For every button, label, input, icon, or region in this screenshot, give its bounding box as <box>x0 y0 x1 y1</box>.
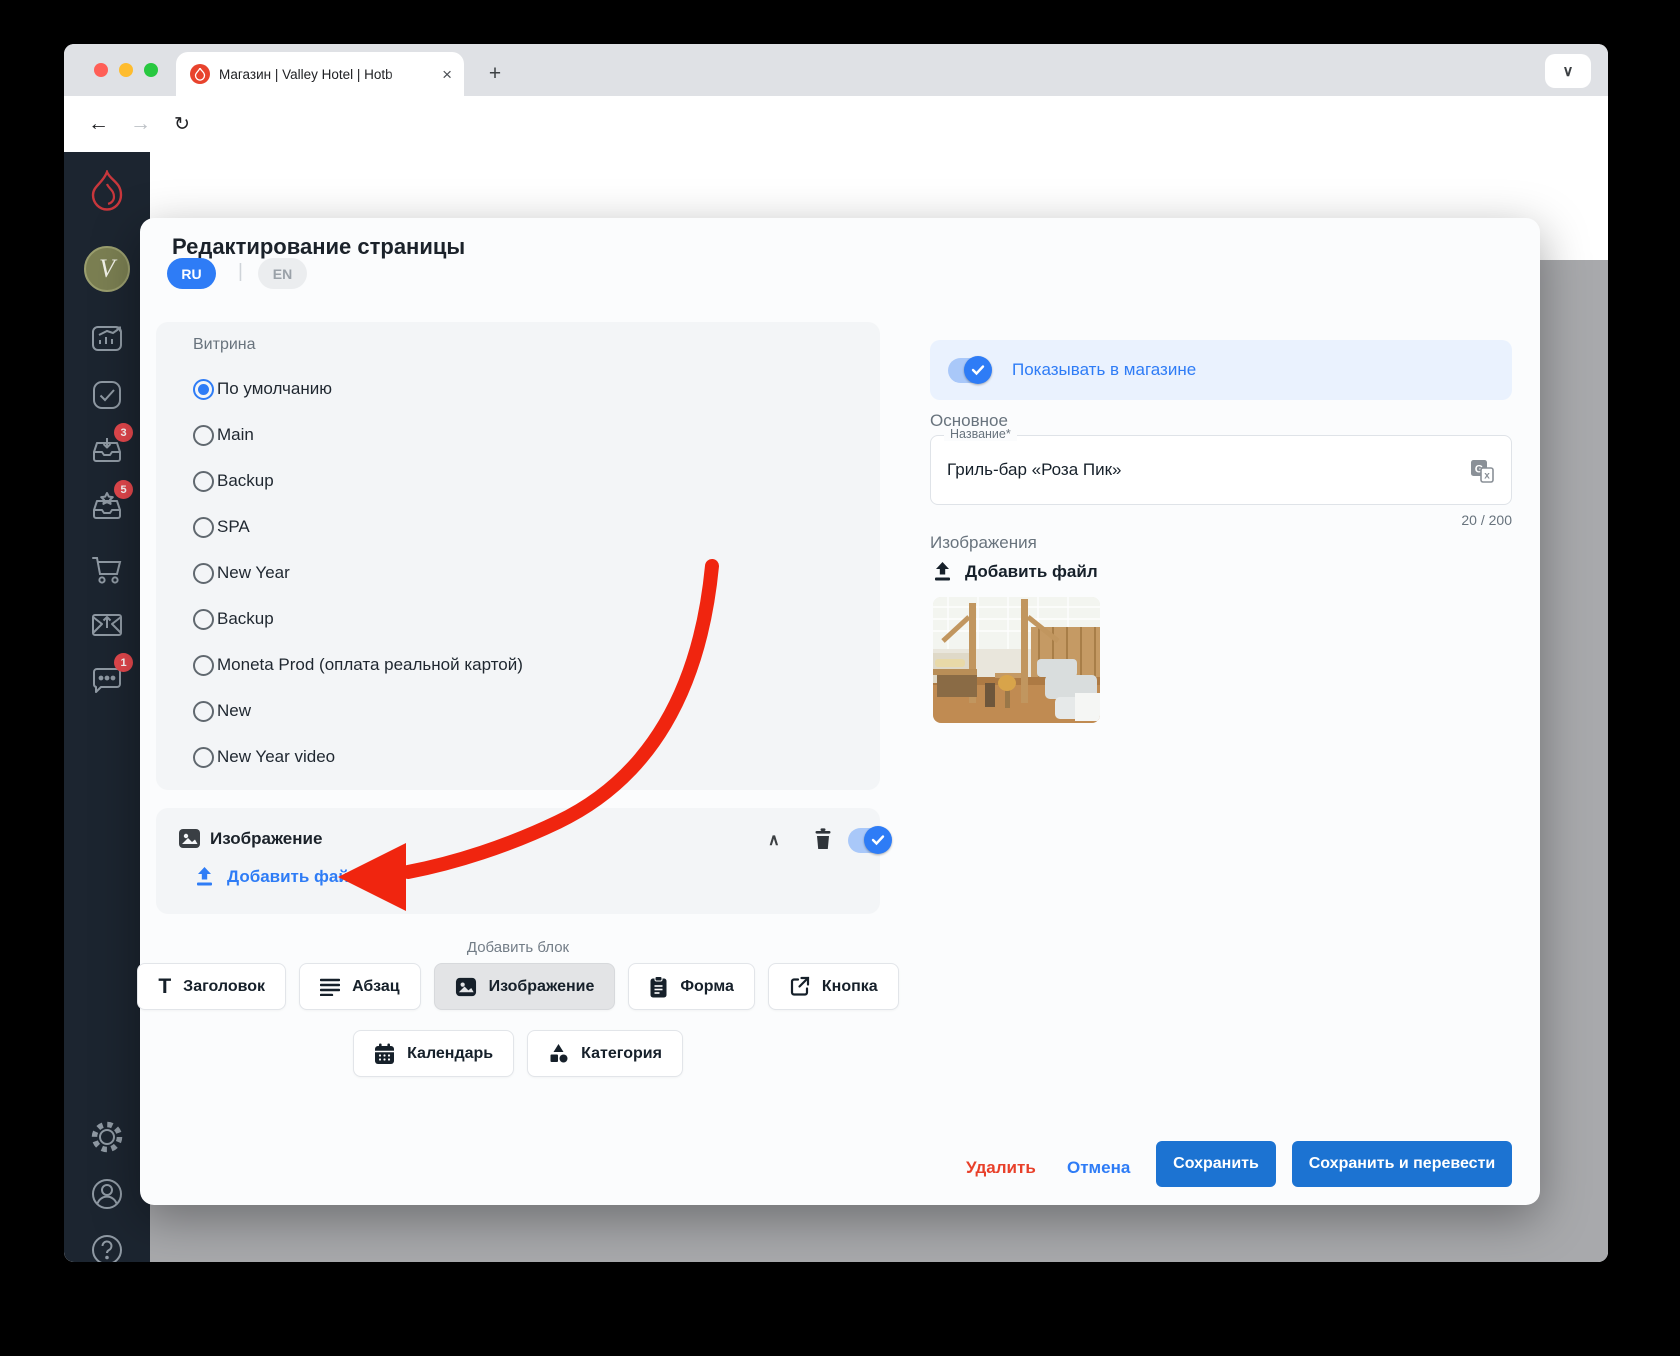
storefront-card: Витрина По умолчанию Main Backup SPA New… <box>156 322 880 790</box>
sidebar-item-settings[interactable] <box>64 1118 150 1156</box>
image-block-title: Изображение <box>210 829 323 848</box>
storefront-option-new-year-video[interactable]: New Year video <box>193 734 860 780</box>
browser-window: Магазин | Valley Hotel | Hotb × + ∨ ← → … <box>64 44 1608 1262</box>
radio-icon[interactable] <box>193 424 214 446</box>
lang-divider: | <box>238 261 243 282</box>
upload-icon <box>194 866 215 887</box>
sidebar-item-chats[interactable]: 1 <box>64 653 150 702</box>
tab-close-icon[interactable]: × <box>442 66 452 83</box>
category-shapes-icon <box>548 1043 569 1064</box>
lang-tab-ru[interactable]: RU <box>167 258 216 289</box>
radio-icon[interactable] <box>193 378 214 400</box>
save-and-translate-button[interactable]: Сохранить и перевести <box>1292 1141 1512 1187</box>
radio-icon[interactable] <box>193 608 214 630</box>
name-field[interactable]: Название* Гриль-бар «Роза Пик» Gx <box>930 427 1512 505</box>
sidebar-item-help[interactable] <box>64 1230 150 1262</box>
tab-search-button[interactable]: ∨ <box>1545 54 1591 88</box>
add-image-file-button[interactable]: Добавить файл <box>932 561 1098 582</box>
property-avatar[interactable]: V <box>64 246 150 292</box>
storefront-option-backup-2[interactable]: Backup <box>193 596 860 642</box>
add-file-link[interactable]: Добавить файл <box>194 866 360 887</box>
sidebar-item-loyalty[interactable]: 5 <box>64 480 150 529</box>
block-button-calendar[interactable]: Календарь <box>353 1030 515 1077</box>
save-button[interactable]: Сохранить <box>1156 1141 1276 1187</box>
block-button-button[interactable]: Кнопка <box>767 963 899 1010</box>
close-window-button[interactable] <box>94 63 108 77</box>
storefront-option-moneta-prod[interactable]: Moneta Prod (оплата реальной картой) <box>193 642 860 688</box>
show-in-shop-toggle[interactable] <box>948 355 992 384</box>
name-field-label: Название* <box>944 427 1017 441</box>
tab-title: Магазин | Valley Hotel | Hotb <box>219 66 393 82</box>
radio-icon[interactable] <box>193 700 214 722</box>
storefront-option-new[interactable]: New <box>193 688 860 734</box>
storefront-option-main[interactable]: Main <box>193 412 860 458</box>
collapse-chevron-icon[interactable]: ∧ <box>768 830 780 850</box>
calendar-icon <box>374 1043 395 1065</box>
inbox-badge: 3 <box>114 423 133 442</box>
edit-page-modal: Редактирование страницы RU | EN Витрина … <box>137 218 1540 1205</box>
sidebar-item-shop[interactable] <box>64 549 150 591</box>
restaurant-photo-thumbnail[interactable] <box>933 597 1100 723</box>
minimize-window-button[interactable] <box>119 63 133 77</box>
delete-block-trash-icon[interactable] <box>812 827 834 850</box>
upload-icon <box>932 561 953 582</box>
radio-icon[interactable] <box>193 470 214 492</box>
sidebar-item-profile[interactable] <box>64 1174 150 1214</box>
image-icon <box>178 827 201 850</box>
images-section-label: Изображения <box>930 533 1037 552</box>
char-counter: 20 / 200 <box>1461 512 1512 528</box>
sidebar-item-inbox[interactable]: 3 <box>64 423 150 472</box>
sidebar-item-mailing[interactable] <box>64 604 150 646</box>
block-button-category[interactable]: Категория <box>527 1030 683 1077</box>
cancel-button[interactable]: Отмена <box>1067 1158 1130 1178</box>
tab-strip: Магазин | Valley Hotel | Hotb × + ∨ <box>64 44 1608 96</box>
storefront-option-new-year[interactable]: New Year <box>193 550 860 596</box>
radio-icon[interactable] <box>193 654 214 676</box>
form-clipboard-icon <box>649 975 668 998</box>
back-button[interactable]: ← <box>88 96 109 152</box>
block-button-heading[interactable]: T Заголовок <box>137 963 287 1010</box>
reload-button[interactable]: ↻ <box>174 96 190 152</box>
app-sidebar: V 3 5 1 <box>64 152 150 1262</box>
forward-button[interactable]: → <box>130 96 151 152</box>
show-in-shop-banner: Показывать в магазине <box>930 340 1512 400</box>
storefront-option-backup[interactable]: Backup <box>193 458 860 504</box>
zoom-window-button[interactable] <box>144 63 158 77</box>
heading-icon: T <box>158 974 172 998</box>
name-field-value[interactable]: Гриль-бар «Роза Пик» <box>947 460 1122 480</box>
paragraph-icon <box>320 978 341 996</box>
image-icon <box>455 976 477 998</box>
block-button-form[interactable]: Форма <box>628 963 755 1010</box>
image-block-card: Изображение ∧ Добавить файл <box>156 808 892 914</box>
sidebar-item-analytics[interactable] <box>64 318 150 358</box>
block-button-image[interactable]: Изображение <box>433 963 616 1010</box>
add-block-label: Добавить блок <box>466 939 570 956</box>
hotbot-logo-flame-icon <box>64 170 150 214</box>
hotbot-favicon-icon <box>190 64 210 84</box>
radio-icon[interactable] <box>193 746 214 768</box>
svg-text:x: x <box>1484 471 1490 482</box>
radio-icon[interactable] <box>193 562 214 584</box>
delete-button[interactable]: Удалить <box>966 1158 1036 1178</box>
translate-icon[interactable]: Gx <box>1469 458 1495 484</box>
storefront-label: Витрина <box>193 336 256 353</box>
storefront-option-default[interactable]: По умолчанию <box>193 366 860 412</box>
block-button-paragraph[interactable]: Абзац <box>299 963 421 1010</box>
button-link-icon <box>789 976 810 997</box>
image-block-toggle[interactable] <box>848 826 892 854</box>
show-in-shop-label: Показывать в магазине <box>1012 360 1197 379</box>
new-tab-button[interactable]: + <box>480 59 510 89</box>
loyalty-badge: 5 <box>114 480 133 499</box>
browser-tab[interactable]: Магазин | Valley Hotel | Hotb × <box>176 52 464 96</box>
sidebar-item-tasks[interactable] <box>64 375 150 415</box>
chat-badge: 1 <box>114 653 133 672</box>
radio-icon[interactable] <box>193 516 214 538</box>
storefront-option-spa[interactable]: SPA <box>193 504 860 550</box>
browser-toolbar: ← → ↻ my.hotbot.ai/properties/65f2c01f38… <box>64 96 1608 195</box>
modal-title: Редактирование страницы <box>172 234 466 259</box>
lang-tab-en[interactable]: EN <box>258 258 307 289</box>
